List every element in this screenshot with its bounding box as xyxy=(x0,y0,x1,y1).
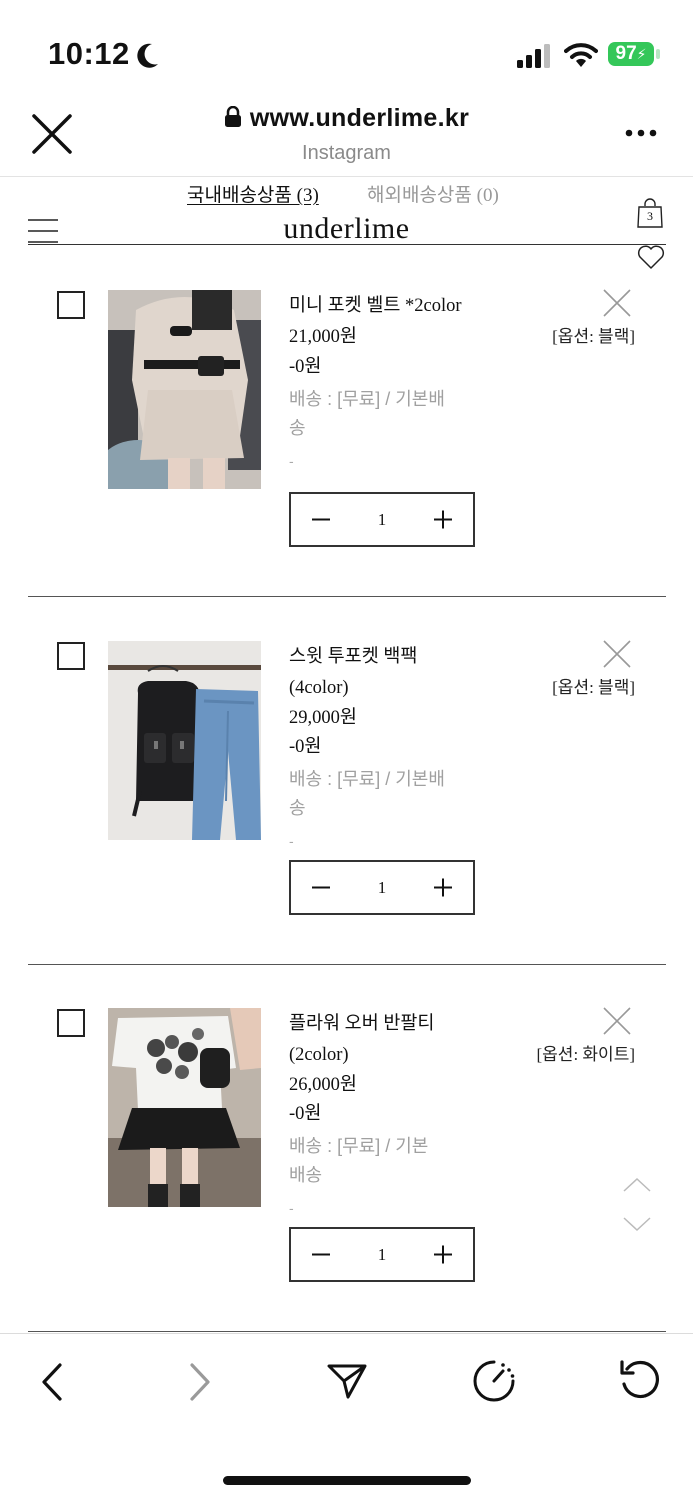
forward-arrow-icon[interactable] xyxy=(186,1362,214,1402)
tab-overseas-shipping[interactable]: 해외배송상품 (0) xyxy=(367,180,499,207)
shipping-info-cont: 송 xyxy=(289,418,306,438)
share-send-icon[interactable] xyxy=(326,1362,368,1400)
item-note: - xyxy=(289,1200,294,1216)
battery-indicator: 97⚡ xyxy=(608,42,654,66)
quantity-decrease-button[interactable] xyxy=(291,862,351,913)
quantity-decrease-button[interactable] xyxy=(291,494,351,545)
cart-item: 미니 포켓 벨트 *2color 21,000원 -0원 배송 : [무료] /… xyxy=(0,280,693,600)
item-select-checkbox[interactable] xyxy=(57,1009,85,1037)
url-bar[interactable]: www.underlime.kr xyxy=(0,104,693,133)
tab-domestic-shipping[interactable]: 국내배송상품 (3) xyxy=(187,180,319,207)
product-name[interactable]: 스윗 투포켓 백팩 xyxy=(289,642,417,672)
toolbar-divider xyxy=(0,1333,693,1334)
plus-icon xyxy=(434,878,452,897)
url-text: www.underlime.kr xyxy=(249,104,470,132)
home-indicator[interactable] xyxy=(223,1476,471,1485)
product-price: 29,000원 xyxy=(289,708,357,728)
quantity-stepper: 1 xyxy=(289,492,475,547)
do-not-disturb-moon-icon xyxy=(137,43,158,68)
quantity-stepper: 1 xyxy=(289,860,475,915)
item-note: - xyxy=(289,453,294,469)
product-option: [옵션: 블랙] xyxy=(552,327,635,346)
shipping-info: 배송 : [무료] / 기본 xyxy=(289,1136,429,1156)
product-discount: -0원 xyxy=(289,737,322,757)
product-image-tshirt[interactable] xyxy=(108,1008,261,1207)
product-price: 21,000원 xyxy=(289,327,357,347)
url-source: Instagram xyxy=(302,142,391,164)
back-arrow-icon[interactable] xyxy=(38,1362,66,1402)
product-price: 26,000원 xyxy=(289,1075,357,1095)
item-note: - xyxy=(289,833,294,849)
wishlist-heart-icon[interactable] xyxy=(636,244,666,270)
product-name-cont[interactable]: (2color) xyxy=(289,1040,349,1070)
item-select-checkbox[interactable] xyxy=(57,642,85,670)
reload-icon[interactable] xyxy=(618,1358,664,1404)
charging-bolt-icon: ⚡ xyxy=(636,46,647,62)
cart-item: 스윗 투포켓 백팩 (4color) 29,000원 -0원 배송 : [무료]… xyxy=(0,631,693,951)
item-divider xyxy=(28,1331,666,1332)
wifi-icon xyxy=(564,43,598,67)
quantity-value[interactable]: 1 xyxy=(351,1229,413,1280)
speed-gauge-icon[interactable] xyxy=(470,1358,518,1404)
shipping-info: 배송 : [무료] / 기본배 xyxy=(289,389,445,409)
quantity-stepper: 1 xyxy=(289,1227,475,1282)
quantity-increase-button[interactable] xyxy=(413,494,473,545)
item-divider xyxy=(28,596,666,597)
remove-item-icon[interactable] xyxy=(602,1006,632,1036)
scroll-down-icon[interactable] xyxy=(622,1216,652,1232)
quantity-increase-button[interactable] xyxy=(413,862,473,913)
item-divider xyxy=(28,964,666,965)
header-divider xyxy=(0,176,693,177)
quantity-value[interactable]: 1 xyxy=(351,494,413,545)
battery-cap xyxy=(656,49,660,59)
logo-divider xyxy=(28,244,666,245)
cart-count: 3 xyxy=(647,209,653,223)
product-image-belt[interactable] xyxy=(108,290,261,489)
quantity-value[interactable]: 1 xyxy=(351,862,413,913)
remove-item-icon[interactable] xyxy=(602,288,632,318)
cellular-signal-icon xyxy=(517,44,550,68)
more-options-icon[interactable] xyxy=(624,128,658,138)
product-option: [옵션: 블랙] xyxy=(552,678,635,697)
scroll-up-icon[interactable] xyxy=(622,1177,652,1193)
item-select-checkbox[interactable] xyxy=(57,291,85,319)
plus-icon xyxy=(434,510,452,529)
product-name[interactable]: 미니 포켓 벨트 *2color xyxy=(289,291,462,321)
shipping-info-cont: 배송 xyxy=(289,1165,323,1185)
shipping-info-cont: 송 xyxy=(289,798,306,818)
product-image-backpack[interactable] xyxy=(108,641,261,840)
quantity-increase-button[interactable] xyxy=(413,1229,473,1280)
status-time: 10:12 xyxy=(48,36,130,71)
quantity-decrease-button[interactable] xyxy=(291,1229,351,1280)
shipping-info: 배송 : [무료] / 기본배 xyxy=(289,769,445,789)
cart-button[interactable]: 3 xyxy=(636,198,664,228)
shop-logo[interactable]: underlime xyxy=(0,212,693,246)
minus-icon xyxy=(312,518,330,521)
minus-icon xyxy=(312,1253,330,1256)
battery-level: 97 xyxy=(615,43,637,64)
remove-item-icon[interactable] xyxy=(602,639,632,669)
minus-icon xyxy=(312,886,330,889)
cart-item: 플라워 오버 반팔티 (2color) 26,000원 -0원 배송 : [무료… xyxy=(0,998,693,1318)
lock-icon xyxy=(224,105,241,127)
product-discount: -0원 xyxy=(289,357,322,377)
product-option: [옵션: 화이트] xyxy=(536,1045,636,1064)
plus-icon xyxy=(434,1245,452,1264)
product-name[interactable]: 플라워 오버 반팔티 xyxy=(289,1009,434,1039)
product-discount: -0원 xyxy=(289,1104,322,1124)
product-name-cont[interactable]: (4color) xyxy=(289,673,349,703)
